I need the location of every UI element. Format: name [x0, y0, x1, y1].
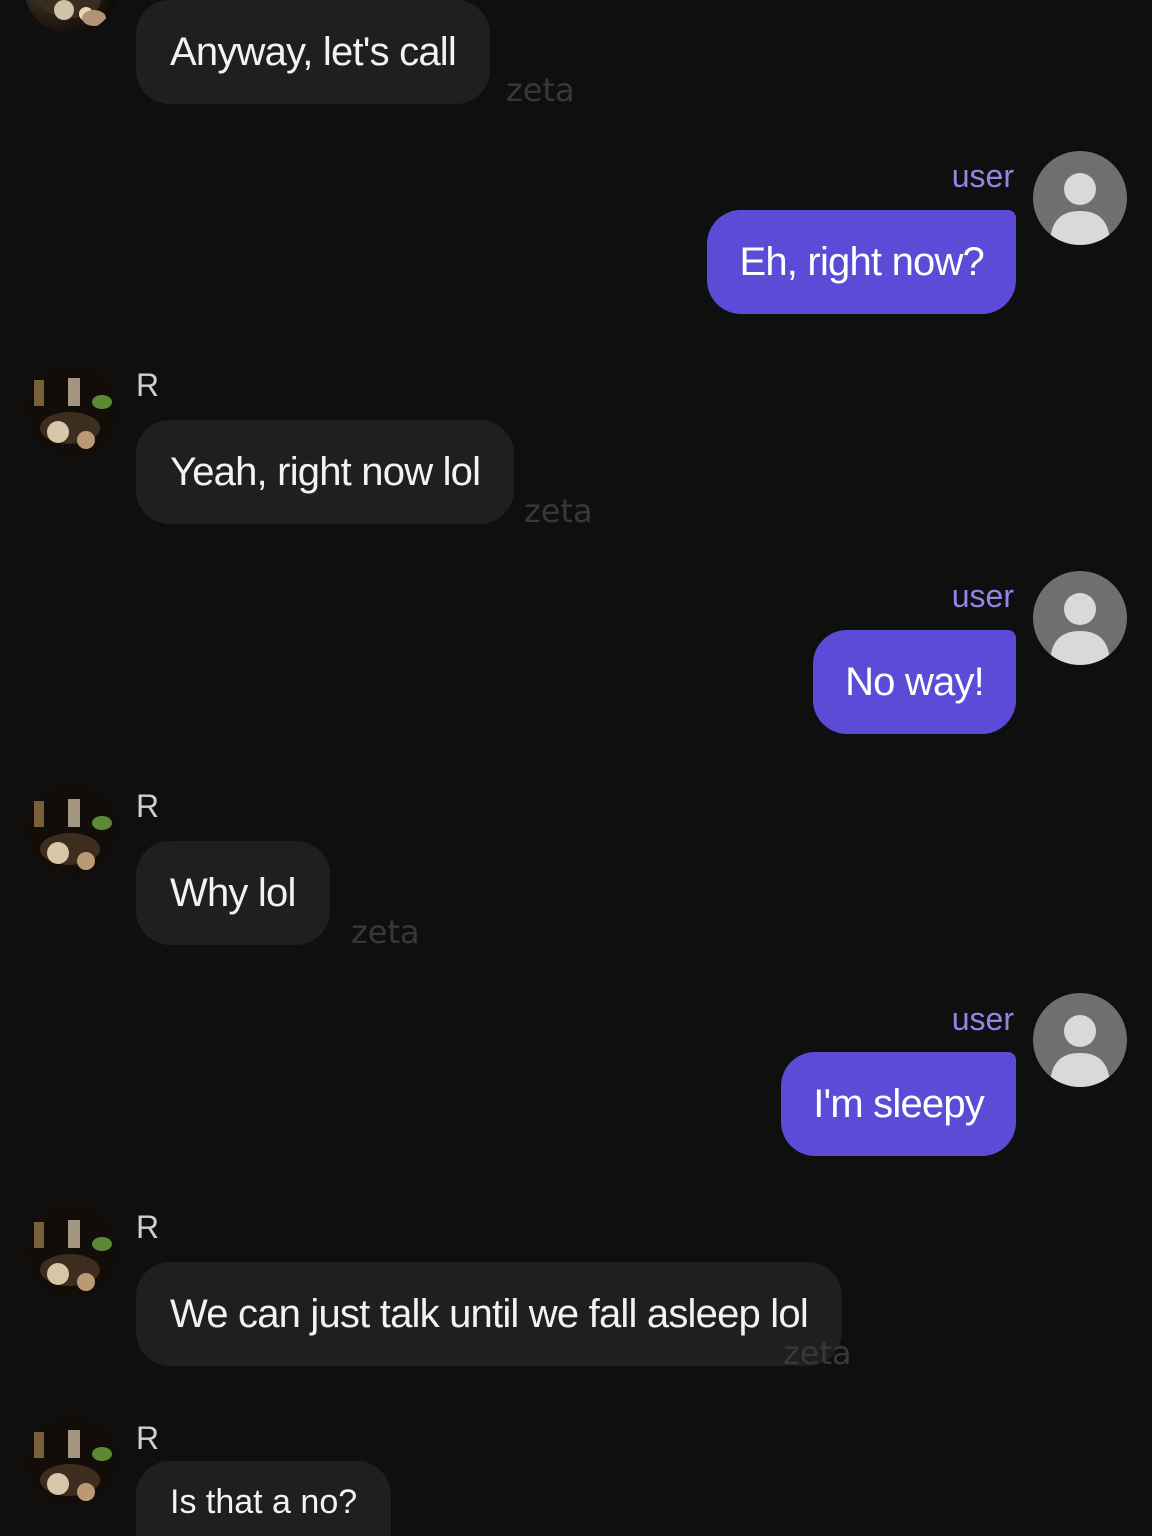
sender-label-bot: R — [136, 1420, 160, 1456]
bot-avatar-icon[interactable] — [24, 1414, 118, 1508]
bot-avatar-icon[interactable] — [24, 1204, 118, 1298]
user-avatar-icon[interactable] — [1033, 993, 1127, 1087]
user-avatar-icon[interactable] — [1033, 151, 1127, 245]
message-text: We can just talk until we fall asleep lo… — [170, 1292, 809, 1336]
message-bubble-bot[interactable]: Why lol — [136, 841, 330, 945]
bot-avatar-icon[interactable] — [24, 362, 118, 456]
bot-avatar-icon[interactable] — [24, 0, 118, 34]
sender-label-user: user — [951, 1001, 1014, 1037]
bot-avatar-icon[interactable] — [24, 783, 118, 877]
sender-label-bot: R — [136, 367, 160, 403]
message-text: Eh, right now? — [739, 240, 984, 284]
sender-label-bot: R — [136, 1209, 160, 1245]
message-bubble-bot[interactable]: Yeah, right now lol — [136, 420, 515, 524]
sender-label-bot: R — [136, 788, 160, 824]
zeta-watermark: zeta — [506, 71, 575, 109]
message-text: Why lol — [170, 871, 296, 915]
user-avatar-icon[interactable] — [1033, 571, 1127, 665]
zeta-watermark: zeta — [524, 492, 593, 530]
zeta-watermark: zeta — [351, 913, 420, 951]
message-bubble-user[interactable]: I'm sleepy — [781, 1052, 1016, 1156]
chat-screen: Anyway, let's call zeta user Eh, right n… — [0, 0, 1152, 1536]
message-text: Yeah, right now lol — [170, 450, 481, 494]
message-text: Anyway, let's call — [170, 30, 457, 74]
sender-label-user: user — [951, 158, 1014, 194]
message-text: Is that a no? — [170, 1483, 358, 1521]
message-text: I'm sleepy — [813, 1082, 985, 1126]
message-bubble-bot[interactable]: We can just talk until we fall asleep lo… — [136, 1262, 842, 1366]
message-bubble-bot[interactable]: Anyway, let's call — [136, 0, 490, 104]
message-text: No way! — [845, 660, 985, 704]
message-bubble-user[interactable]: Eh, right now? — [707, 210, 1016, 314]
message-bubble-bot[interactable]: Is that a no? — [136, 1461, 392, 1536]
sender-label-user: user — [951, 578, 1014, 614]
message-bubble-user[interactable]: No way! — [813, 630, 1016, 734]
zeta-watermark: zeta — [783, 1334, 852, 1372]
